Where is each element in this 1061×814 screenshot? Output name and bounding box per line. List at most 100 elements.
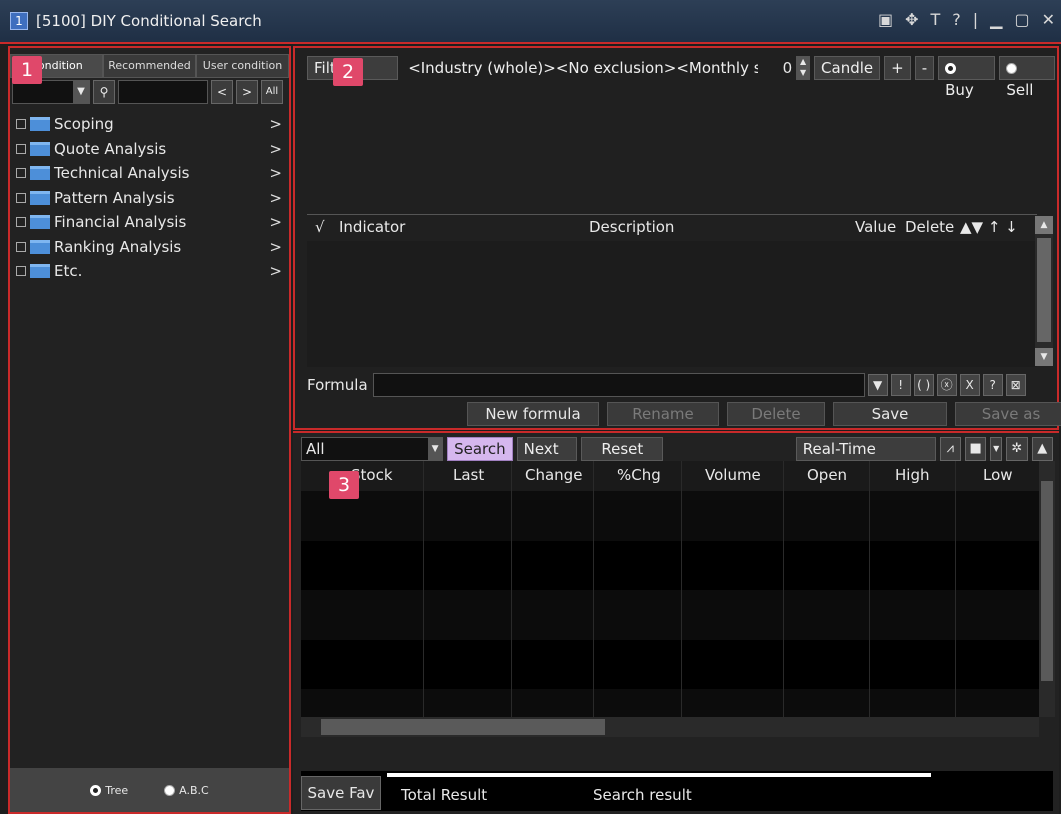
display-icon[interactable]: ■: [964, 437, 987, 461]
minimize-icon[interactable]: ▁: [990, 10, 1002, 29]
tree-item-quote-analysis[interactable]: Quote Analysis >: [16, 137, 286, 162]
formula-clear-button[interactable]: X: [959, 374, 980, 396]
formula-input[interactable]: [372, 373, 865, 397]
column-header-open[interactable]: Open: [807, 466, 847, 484]
scroll-up-icon[interactable]: ▲: [1035, 216, 1053, 234]
results-horizontal-scrollbar[interactable]: [301, 717, 1039, 737]
tree-item-label: Pattern Analysis: [54, 188, 175, 207]
tree-search-input[interactable]: [118, 80, 208, 104]
column-header-high[interactable]: High: [895, 466, 929, 484]
radio-selected-icon[interactable]: [90, 785, 102, 796]
radio-icon[interactable]: [164, 785, 176, 796]
chevron-right-icon[interactable]: >: [269, 164, 282, 182]
callout-badge-1: 1: [12, 56, 42, 84]
column-header-change[interactable]: Change: [525, 466, 582, 484]
tree-item-etc[interactable]: Etc. >: [16, 259, 286, 284]
formula-parens-button[interactable]: ( ): [913, 374, 934, 396]
reorder-arrows-icon[interactable]: ▲▼ ↑ ↓: [960, 218, 1018, 236]
chevron-down-icon[interactable]: ▼: [428, 438, 443, 460]
table-row[interactable]: [301, 491, 1039, 541]
all-button[interactable]: All: [261, 80, 283, 104]
formula-dropdown-icon[interactable]: ▼: [867, 374, 888, 396]
layout-icon[interactable]: ▣: [878, 10, 893, 29]
sell-radio[interactable]: Sell: [999, 56, 1056, 99]
reset-button[interactable]: Reset: [581, 437, 664, 461]
save-button[interactable]: Save: [833, 402, 947, 426]
spinner-icon[interactable]: ▲ ▼: [796, 56, 811, 80]
tab-user-condition[interactable]: User condition: [196, 54, 289, 78]
settings-gear-icon[interactable]: ✲: [1006, 437, 1028, 461]
chevron-right-icon[interactable]: >: [269, 189, 282, 207]
search-icon[interactable]: ⚲: [93, 80, 115, 104]
maximize-icon[interactable]: ▢: [1014, 10, 1029, 29]
next-button[interactable]: Next: [516, 437, 578, 461]
scroll-down-icon[interactable]: ▼: [1035, 348, 1053, 366]
expand-node-icon[interactable]: [16, 266, 26, 277]
chevron-right-icon[interactable]: >: [269, 213, 282, 231]
chevron-right-icon[interactable]: >: [269, 262, 282, 280]
search-button[interactable]: Search: [447, 437, 513, 461]
chevron-down-icon[interactable]: ▼: [73, 81, 89, 103]
scroll-thumb[interactable]: [321, 719, 605, 735]
formula-help-button[interactable]: ?: [982, 374, 1003, 396]
abc-radio[interactable]: A.B.C: [164, 784, 209, 797]
collapse-up-icon[interactable]: ▲: [1031, 437, 1053, 461]
count-value[interactable]: 0: [762, 59, 793, 77]
tree-item-pattern-analysis[interactable]: Pattern Analysis >: [16, 186, 286, 211]
scroll-thumb[interactable]: [1037, 238, 1051, 342]
close-icon[interactable]: ✕: [1042, 10, 1055, 29]
expand-node-icon[interactable]: [16, 168, 26, 179]
tree-radio[interactable]: Tree: [90, 784, 128, 797]
column-header-low[interactable]: Low: [983, 466, 1013, 484]
column-header-last[interactable]: Last: [453, 466, 484, 484]
rename-button[interactable]: Rename: [607, 402, 719, 426]
expand-node-icon[interactable]: [16, 192, 26, 203]
table-row[interactable]: [301, 541, 1039, 591]
tab-recommended[interactable]: Recommended: [103, 54, 196, 78]
minus-button[interactable]: -: [914, 56, 935, 80]
chart-icon[interactable]: ⩘: [939, 437, 961, 461]
chevron-down-icon[interactable]: ▼: [990, 437, 1003, 461]
expand-node-icon[interactable]: [16, 217, 26, 228]
results-vertical-scrollbar[interactable]: [1039, 461, 1055, 717]
tree-item-financial-analysis[interactable]: Financial Analysis >: [16, 210, 286, 235]
column-divider: [783, 461, 784, 717]
delete-button[interactable]: Delete: [727, 402, 825, 426]
column-header-chg-pct[interactable]: %Chg: [617, 466, 661, 484]
font-icon[interactable]: T: [930, 10, 940, 29]
table-row[interactable]: [301, 689, 1039, 717]
save-as-button[interactable]: Save as: [955, 402, 1061, 426]
save-favorite-button[interactable]: Save Fav: [301, 776, 381, 810]
chevron-right-icon[interactable]: >: [269, 140, 282, 158]
chevron-right-icon[interactable]: >: [269, 238, 282, 256]
realtime-search-button[interactable]: Real-Time Search: [795, 437, 936, 480]
indicator-list[interactable]: [307, 241, 1037, 367]
new-formula-button[interactable]: New formula: [467, 402, 599, 426]
buy-radio[interactable]: Buy: [938, 56, 996, 99]
tree-item-scoping[interactable]: Scoping >: [16, 112, 286, 137]
table-row[interactable]: [301, 590, 1039, 640]
expand-node-icon[interactable]: [16, 241, 26, 252]
next-button[interactable]: >: [236, 80, 258, 104]
radio-icon[interactable]: [1006, 63, 1018, 74]
value-column-header: Value: [855, 218, 897, 236]
scroll-thumb[interactable]: [1041, 481, 1053, 681]
expand-node-icon[interactable]: [16, 119, 26, 130]
formula-expand-icon[interactable]: ⊠: [1005, 374, 1026, 396]
table-row[interactable]: [301, 640, 1039, 690]
plus-button[interactable]: +: [884, 56, 911, 80]
tree-item-ranking-analysis[interactable]: Ranking Analysis >: [16, 235, 286, 260]
chevron-right-icon[interactable]: >: [269, 115, 282, 133]
tree-item-technical-analysis[interactable]: Technical Analysis >: [16, 161, 286, 186]
formula-xor-icon[interactable]: ⓧ: [936, 374, 957, 396]
column-header-volume[interactable]: Volume: [705, 466, 761, 484]
prev-button[interactable]: <: [211, 80, 233, 104]
candle-button[interactable]: Candle: [814, 56, 881, 80]
expand-node-icon[interactable]: [16, 143, 26, 154]
pin-icon[interactable]: ✥: [905, 10, 918, 29]
indicator-scrollbar[interactable]: ▲ ▼: [1035, 216, 1053, 366]
formula-not-button[interactable]: !: [890, 374, 911, 396]
radio-selected-icon[interactable]: [945, 63, 957, 74]
help-icon[interactable]: ?: [952, 10, 961, 29]
scope-select[interactable]: All ▼: [301, 437, 444, 461]
